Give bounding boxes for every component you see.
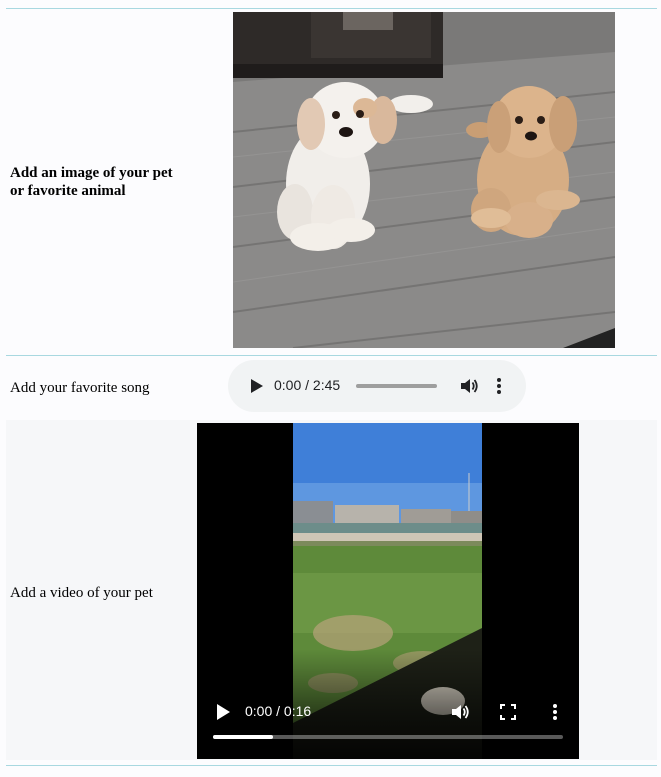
more-options-icon[interactable] [551, 701, 559, 723]
audio-time: 0:00 / 2:45 [274, 377, 341, 393]
fullscreen-icon[interactable] [499, 703, 517, 721]
divider-top [6, 8, 657, 9]
video-player[interactable]: 0:00 / 0:16 [197, 423, 579, 759]
favorite-song-label: Add your favorite song [10, 380, 150, 396]
pet-video-label: Add a video of your pet [10, 585, 153, 601]
more-options-icon[interactable] [494, 375, 504, 397]
play-icon[interactable] [246, 376, 266, 396]
play-icon[interactable] [215, 703, 231, 721]
volume-icon[interactable] [449, 701, 471, 723]
divider-bottom [6, 765, 657, 766]
video-seek-bar[interactable] [213, 735, 563, 739]
pet-photo [233, 12, 615, 348]
audio-player[interactable]: 0:00 / 2:45 [228, 360, 526, 412]
pet-image-label: Add an image of your pet or favorite ani… [10, 165, 173, 199]
pet-page: Add an image of your pet or favorite ani… [0, 0, 661, 777]
audio-seek-bar[interactable] [356, 384, 437, 388]
volume-icon[interactable] [458, 375, 480, 397]
divider-image-song [6, 355, 657, 356]
video-seek-progress [213, 735, 273, 739]
video-time: 0:00 / 0:16 [245, 703, 312, 719]
